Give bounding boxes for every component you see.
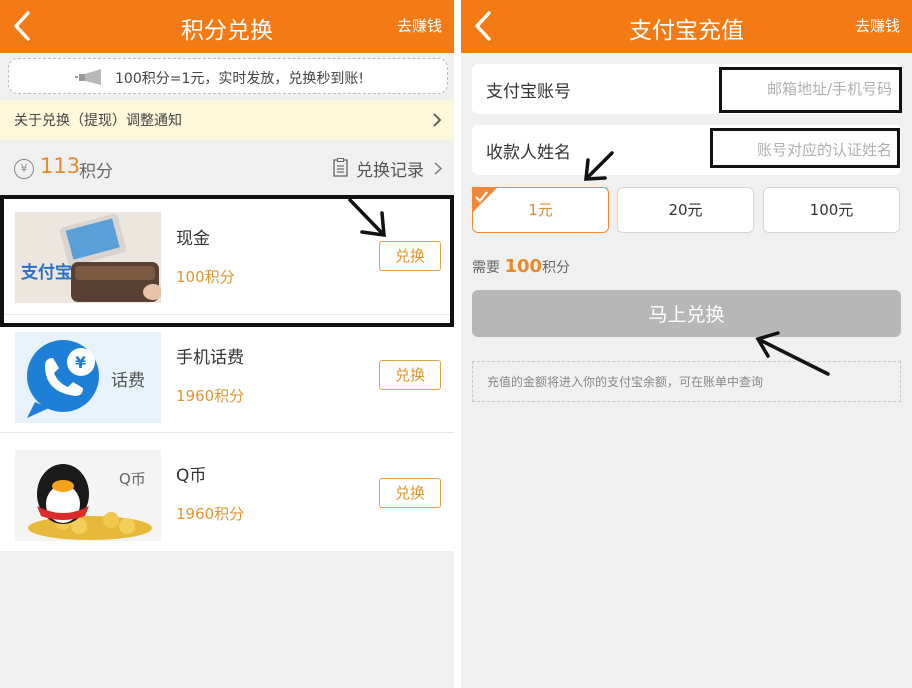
item-cost: 1960积分 <box>176 387 245 405</box>
earn-money-link[interactable]: 去赚钱 <box>397 15 442 36</box>
svg-text:¥: ¥ <box>75 353 86 372</box>
highlight-box-account-input <box>719 67 902 113</box>
recharge-hint: 充值的金额将进入你的支付宝余额，可在账单中查询 <box>472 361 901 402</box>
redeem-q-coins-button[interactable]: 兑换 <box>379 478 441 508</box>
points-balance: 113 <box>40 154 81 178</box>
amount-option-20[interactable]: 20元 <box>617 187 754 233</box>
list-item[interactable]: Q币 Q币 1960积分 兑换 <box>0 432 454 550</box>
item-cost: 1960积分 <box>176 505 245 523</box>
top-bar: 积分兑换 去赚钱 <box>0 0 454 53</box>
points-required-unit: 积分 <box>542 260 571 276</box>
chevron-right-icon <box>434 162 442 175</box>
redeem-now-button[interactable]: 马上兑换 <box>472 290 901 337</box>
qq-coins-thumb-text: Q币 <box>119 470 146 488</box>
highlight-box-cash-item <box>0 195 454 327</box>
qq-coins-image: Q币 <box>15 450 161 541</box>
points-required-value: 100 <box>504 256 543 277</box>
exchange-records-link[interactable]: 兑换记录 <box>356 156 424 181</box>
redeem-phone-bill-button[interactable]: 兑换 <box>379 360 441 390</box>
chevron-right-icon <box>433 113 442 127</box>
item-name: Q币 <box>176 466 207 486</box>
highlight-box-payee-input <box>710 128 900 168</box>
announcement-bar[interactable]: 关于兑换（提现）调整通知 <box>0 100 454 140</box>
points-unit: 积分 <box>79 162 113 182</box>
item-name: 手机话费 <box>176 348 244 368</box>
points-balance-row: ¥ 113 积分 兑换记录 <box>0 140 454 193</box>
megaphone-icon <box>75 69 101 85</box>
page-title: 积分兑换 <box>181 18 273 44</box>
top-bar: 支付宝充值 去赚钱 <box>461 0 912 53</box>
checkmark-corner-icon <box>472 187 498 213</box>
record-list-icon[interactable] <box>333 158 348 177</box>
yen-coin-icon: ¥ <box>14 159 34 179</box>
announcement-text: 关于兑换（提现）调整通知 <box>14 113 182 129</box>
phone-bill-image: ¥ 话费 <box>15 332 161 423</box>
rate-notice-text: 100积分=1元，实时发放，兑换秒到账! <box>115 71 364 87</box>
page-title: 支付宝充值 <box>629 18 744 44</box>
phone-bill-thumb-text: 话费 <box>111 371 145 391</box>
points-exchange-screen: 积分兑换 去赚钱 100积分=1元，实时发放，兑换秒到账! 关于兑换（提现）调整… <box>0 0 454 688</box>
list-item[interactable]: ¥ 话费 手机话费 1960积分 兑换 <box>0 314 454 432</box>
alipay-account-label: 支付宝账号 <box>486 82 571 102</box>
rate-notice: 100积分=1元，实时发放，兑换秒到账! <box>8 58 448 94</box>
points-required: 需要 100积分 <box>472 256 570 277</box>
amount-option-100[interactable]: 100元 <box>763 187 900 233</box>
points-required-prefix: 需要 <box>472 260 500 276</box>
earn-money-link[interactable]: 去赚钱 <box>855 15 900 36</box>
payee-name-label: 收款人姓名 <box>486 143 571 163</box>
